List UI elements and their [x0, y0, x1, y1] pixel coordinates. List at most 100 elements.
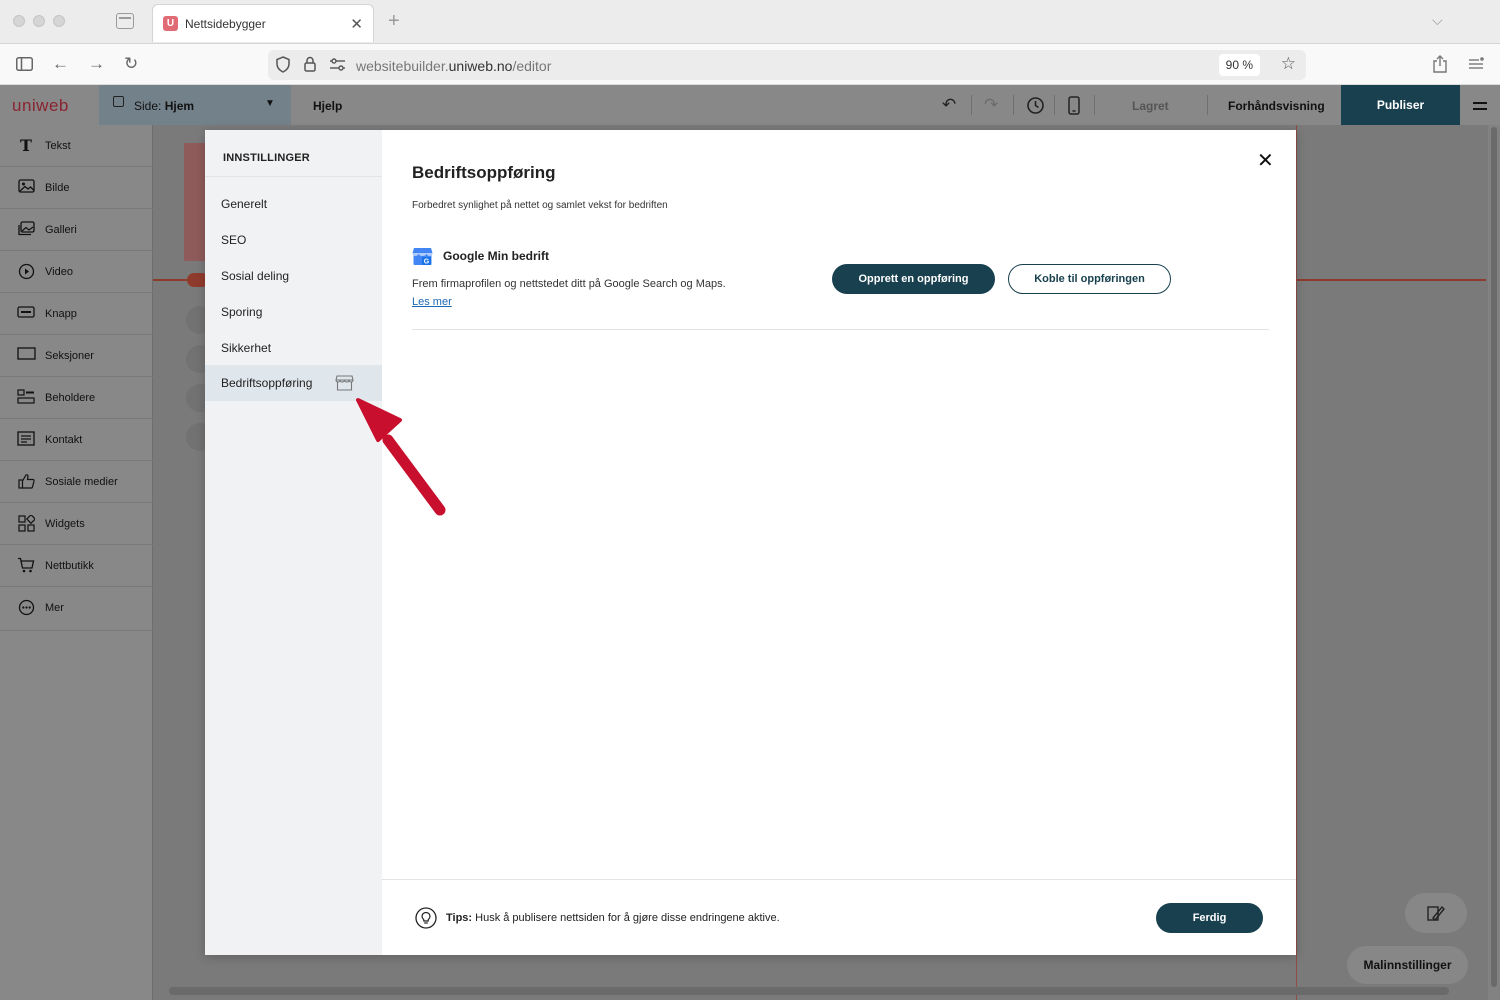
template-settings-button[interactable]: Malinnstillinger	[1347, 946, 1468, 984]
new-tab-icon[interactable]: +	[388, 10, 400, 33]
cart-icon	[17, 557, 35, 573]
sidebar-item-label: Nettbutikk	[45, 560, 94, 572]
nav-item-tracking[interactable]: Sporing	[205, 294, 382, 330]
history-icon[interactable]	[1026, 96, 1045, 120]
sidebar-item-label: Galleri	[45, 224, 77, 236]
page-selector[interactable]: Side: Hjem ▼	[99, 85, 291, 125]
nav-item-label: Sosial deling	[221, 269, 290, 283]
style-panel-button[interactable]	[1405, 893, 1467, 933]
star-icon[interactable]: ☆	[1281, 54, 1296, 74]
sidebar-item-label: Video	[45, 266, 73, 278]
sidebar-item-label: Tekst	[45, 140, 71, 152]
site-favicon-icon: U	[163, 16, 178, 31]
modal-subtitle: Forbedret synlighet på nettet og samlet …	[412, 200, 668, 211]
sidebar-item-social[interactable]: Sosiale medier	[0, 461, 153, 503]
lightbulb-icon	[415, 907, 437, 929]
close-window-button[interactable]	[13, 15, 25, 27]
elements-sidebar: T Tekst Bilde Galleri Video Knapp Seksjo…	[0, 125, 153, 1000]
browser-titlebar: U Nettsidebygger ✕ + ⌵	[0, 0, 1500, 44]
address-bar[interactable]: websitebuilder.uniweb.no/editor 90 % ☆	[268, 50, 1306, 80]
browser-tab[interactable]: U Nettsidebygger ✕	[152, 4, 374, 42]
menu-icon[interactable]	[1468, 56, 1484, 76]
modal-title: Bedriftsoppføring	[412, 163, 556, 182]
nav-item-social-sharing[interactable]: Sosial deling	[205, 258, 382, 294]
contact-icon	[17, 431, 35, 447]
storefront-icon	[335, 375, 354, 391]
back-icon[interactable]: ←	[52, 54, 69, 74]
preview-button[interactable]: Forhåndsvisning	[1228, 99, 1325, 113]
tab-overview-icon[interactable]	[116, 13, 134, 29]
chevron-down-icon[interactable]: ⌵	[1432, 12, 1443, 29]
divider	[205, 176, 382, 177]
sidebar-item-sections[interactable]: Seksjoner	[0, 335, 153, 377]
sidebar-item-label: Mer	[45, 602, 64, 614]
sidebar-item-containers[interactable]: Beholdere	[0, 377, 153, 419]
sidebar-item-gallery[interactable]: Galleri	[0, 209, 153, 251]
settings-nav-heading: INNSTILLINGER	[223, 152, 310, 164]
forward-icon[interactable]: →	[88, 54, 105, 74]
google-business-description: Frem firmaprofilen og nettstedet ditt på…	[412, 278, 726, 290]
sidebar-item-shop[interactable]: Nettbutikk	[0, 545, 153, 587]
connect-listing-button[interactable]: Koble til oppføringen	[1008, 264, 1171, 294]
canvas-guide-line	[1296, 125, 1297, 1000]
sidebar-item-button[interactable]: Knapp	[0, 293, 153, 335]
nav-item-label: Sporing	[221, 305, 263, 319]
toolbar-divider	[1054, 95, 1055, 115]
browser-navbar: ← → ↻ websitebuilder.uniweb.no/editor 90…	[0, 44, 1500, 85]
mobile-view-icon[interactable]	[1068, 96, 1080, 120]
nav-item-seo[interactable]: SEO	[205, 222, 382, 258]
url-text: websitebuilder.uniweb.no/editor	[356, 58, 552, 74]
nav-item-security[interactable]: Sikkerhet	[205, 330, 382, 366]
sidebar-item-label: Seksjoner	[45, 350, 94, 362]
zoom-window-button[interactable]	[53, 15, 65, 27]
scrollbar-thumb[interactable]	[1491, 127, 1497, 987]
horizontal-scrollbar[interactable]	[169, 987, 1449, 995]
help-link[interactable]: Hjelp	[313, 99, 342, 113]
toolbar-divider	[1094, 95, 1095, 115]
settings-nav: INNSTILLINGER Generelt SEO Sosial deling…	[205, 130, 382, 955]
sections-icon	[17, 347, 36, 363]
done-button[interactable]: Ferdig	[1156, 903, 1263, 933]
page-icon	[113, 96, 124, 107]
nav-item-general[interactable]: Generelt	[205, 186, 382, 222]
read-more-link[interactable]: Les mer	[412, 296, 452, 308]
uniweb-logo: uniweb	[12, 96, 69, 115]
saved-status: Lagret	[1132, 99, 1169, 113]
sidebar-item-image[interactable]: Bilde	[0, 167, 153, 209]
editor-toolbar: uniweb Side: Hjem ▼ Hjelp ↶ ↷ Lagret For…	[0, 85, 1500, 125]
caret-down-icon: ▼	[265, 98, 275, 109]
site-settings-icon[interactable]	[330, 58, 345, 74]
google-business-icon: G	[412, 247, 433, 266]
text-icon: T	[20, 136, 32, 155]
more-icon	[17, 599, 35, 616]
toolbar-divider	[1207, 95, 1208, 115]
nav-item-label: Bedriftsoppføring	[221, 376, 313, 390]
gallery-icon	[17, 221, 35, 237]
shield-icon[interactable]	[276, 56, 290, 76]
hamburger-menu-icon[interactable]	[1473, 102, 1487, 110]
close-tab-icon[interactable]: ✕	[350, 15, 363, 33]
sidebar-item-label: Kontakt	[45, 434, 83, 446]
sidebar-item-text[interactable]: T Tekst	[0, 125, 153, 167]
divider	[412, 329, 1269, 330]
vertical-scrollbar[interactable]	[1488, 125, 1500, 1000]
minimize-window-button[interactable]	[33, 15, 45, 27]
zoom-level-badge[interactable]: 90 %	[1218, 54, 1260, 76]
sidebar-item-more[interactable]: Mer	[0, 587, 153, 631]
reload-icon[interactable]: ↻	[124, 54, 138, 74]
undo-icon[interactable]: ↶	[942, 95, 956, 115]
create-listing-button[interactable]: Opprett en oppføring	[832, 264, 995, 294]
redo-icon[interactable]: ↷	[984, 95, 998, 115]
publish-button[interactable]: Publiser	[1341, 85, 1460, 125]
settings-modal: INNSTILLINGER Generelt SEO Sosial deling…	[205, 130, 1296, 955]
sidebar-item-contact[interactable]: Kontakt	[0, 419, 153, 461]
sidebar-item-label: Beholdere	[45, 392, 96, 404]
widgets-icon	[17, 513, 36, 532]
lock-icon[interactable]	[304, 56, 316, 75]
thumbs-up-icon	[17, 473, 35, 489]
sidebar-item-video[interactable]: Video	[0, 251, 153, 293]
share-icon[interactable]	[1432, 55, 1448, 78]
sidebar-toggle-icon[interactable]	[16, 56, 33, 76]
close-icon[interactable]: ✕	[1257, 148, 1274, 173]
sidebar-item-widgets[interactable]: Widgets	[0, 503, 153, 545]
